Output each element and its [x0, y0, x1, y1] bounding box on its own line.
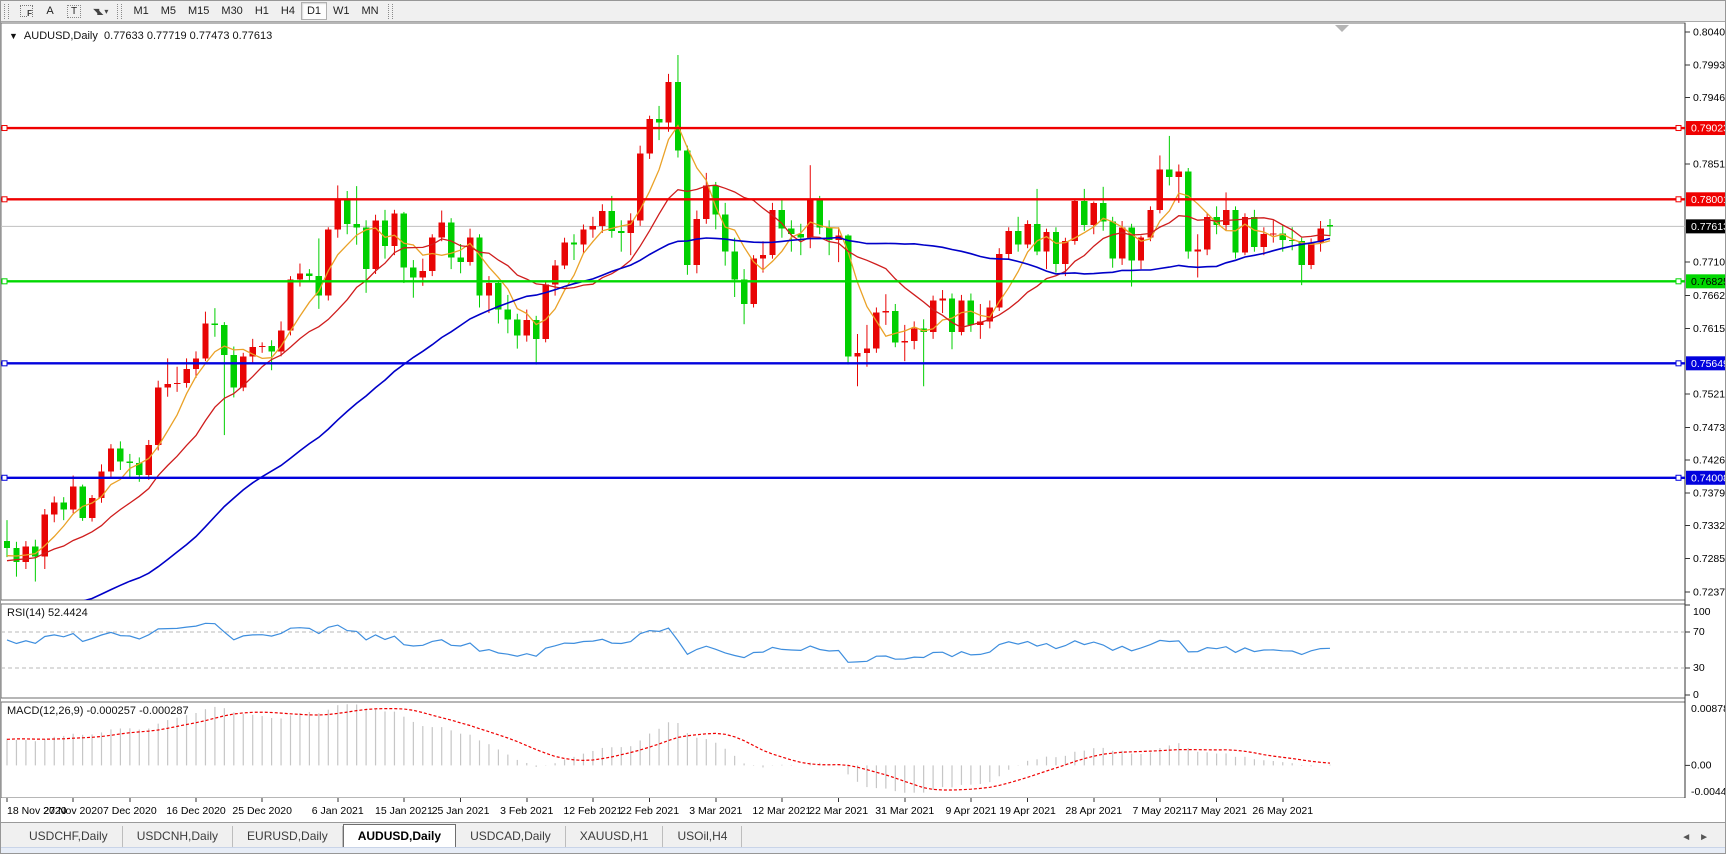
tab-usoil-h4[interactable]: USOil,H4	[663, 826, 742, 847]
collapse-triangle-icon[interactable]: ▼	[9, 31, 18, 41]
price-tick-label: 0.77100	[1693, 257, 1726, 269]
price-tick-label: 0.79930	[1693, 59, 1726, 71]
svg-text:0.77613: 0.77613	[1691, 221, 1726, 233]
tab-scroll-arrows[interactable]: ◄►	[1681, 832, 1717, 843]
price-tick-label: 0.74730	[1693, 422, 1726, 434]
date-tick-label: 3 Feb 2021	[500, 805, 553, 817]
svg-text:0.78001: 0.78001	[1691, 194, 1726, 206]
close-value: 0.77613	[233, 30, 273, 42]
price-badge-0.76825: 0.76825	[1686, 274, 1726, 288]
scroll-right-icon[interactable]: ►	[1699, 832, 1717, 843]
window-bottom-edge	[1, 847, 1726, 854]
price-tick-label: 0.72850	[1693, 553, 1726, 565]
price-badge-0.74008: 0.74008	[1686, 471, 1726, 485]
rsi-tick-label: 70	[1693, 626, 1705, 638]
price-tick-label: 0.76150	[1693, 323, 1726, 335]
date-tick-label: 26 May 2021	[1252, 805, 1313, 817]
rsi-tick-label: 30	[1693, 662, 1705, 674]
date-tick-label: 9 Apr 2021	[946, 805, 997, 817]
open-value: 0.77633	[104, 30, 144, 42]
tab-xauusd-h1[interactable]: XAUUSD,H1	[566, 826, 664, 847]
date-tick-label: 7 Dec 2020	[103, 805, 157, 817]
price-badge-0.75649: 0.75649	[1686, 356, 1726, 370]
high-value: 0.77719	[147, 30, 187, 42]
tab-usdchf-daily[interactable]: USDCHF,Daily	[15, 826, 123, 847]
svg-text:0.76825: 0.76825	[1691, 276, 1726, 288]
symbol-tab-bar: USDCHF,DailyUSDCNH,DailyEURUSD,DailyAUDU…	[1, 822, 1726, 847]
date-tick-label: 19 Apr 2021	[999, 805, 1056, 817]
macd-tick-label: 0.008782	[1691, 703, 1726, 715]
date-tick-label: 28 Apr 2021	[1065, 805, 1122, 817]
price-tick-label: 0.80400	[1693, 27, 1726, 39]
price-tick-label: 0.75210	[1693, 388, 1726, 400]
price-tick-label: 0.72370	[1693, 587, 1726, 599]
rsi-tick-label: 100	[1693, 606, 1711, 618]
tab-eurusd-daily[interactable]: EURUSD,Daily	[233, 826, 343, 847]
chart-canvas[interactable]: 0.80400 0.79930 0.79460 0.78510 0.77100 0.766…	[1, 1, 1726, 822]
date-tick-label: 25 Dec 2020	[232, 805, 292, 817]
price-tick-label: 0.78510	[1693, 158, 1726, 170]
chart-symbol-label: AUDUSD,Daily	[24, 30, 98, 42]
date-tick-label: 22 Feb 2021	[620, 805, 679, 817]
date-tick-label: 7 May 2021	[1132, 805, 1187, 817]
price-tick-label: 0.73790	[1693, 487, 1726, 499]
low-value: 0.77473	[190, 30, 230, 42]
date-tick-label: 25 Jan 2021	[432, 805, 490, 817]
rsi-tick-label: 0	[1693, 689, 1699, 701]
price-badge-0.78001: 0.78001	[1686, 192, 1726, 206]
date-tick-label: 17 May 2021	[1186, 805, 1247, 817]
date-tick-label: 31 Mar 2021	[875, 805, 934, 817]
price-tick-label: 0.79460	[1693, 92, 1726, 104]
macd-tick-label: 0.00	[1691, 759, 1712, 771]
date-tick-label: 12 Mar 2021	[752, 805, 811, 817]
date-tick-label: 12 Feb 2021	[563, 805, 622, 817]
date-tick-label: 16 Dec 2020	[166, 805, 226, 817]
rsi-indicator-label: RSI(14) 52.4424	[7, 607, 88, 619]
tab-audusd-daily[interactable]: AUDUSD,Daily	[343, 824, 456, 847]
macd-indicator-label: MACD(12,26,9) -0.000257 -0.000287	[7, 705, 189, 717]
price-badge-0.79023: 0.79023	[1686, 121, 1726, 135]
svg-text:0.79023: 0.79023	[1691, 123, 1726, 135]
tab-usdcad-daily[interactable]: USDCAD,Daily	[456, 826, 566, 847]
price-tick-label: 0.76620	[1693, 290, 1726, 302]
date-tick-label: 6 Jan 2021	[312, 805, 364, 817]
trading-platform-window: F A T ◥◣ ▾ M1M5M15M30H1H4D1W1MN ▼AUDUSD,…	[0, 0, 1726, 854]
chart-title: ▼ AUDUSD,Daily 0.77633 0.77719 0.77473 0.…	[9, 30, 272, 42]
date-tick-label: 3 Mar 2021	[689, 805, 742, 817]
scroll-left-icon[interactable]: ◄	[1681, 832, 1699, 843]
price-tick-label: 0.74260	[1693, 455, 1726, 467]
price-tick-label: 0.73320	[1693, 520, 1726, 532]
date-tick-label: 22 Mar 2021	[809, 805, 868, 817]
date-tick-label: 27 Nov 2020	[43, 805, 103, 817]
price-badge-0.77613: 0.77613	[1686, 219, 1726, 233]
tab-usdcnh-daily[interactable]: USDCNH,Daily	[123, 826, 233, 847]
date-tick-label: 15 Jan 2021	[375, 805, 433, 817]
svg-text:0.75649: 0.75649	[1691, 358, 1726, 370]
macd-tick-label: -0.004451	[1691, 786, 1726, 798]
svg-text:0.74008: 0.74008	[1691, 472, 1726, 484]
